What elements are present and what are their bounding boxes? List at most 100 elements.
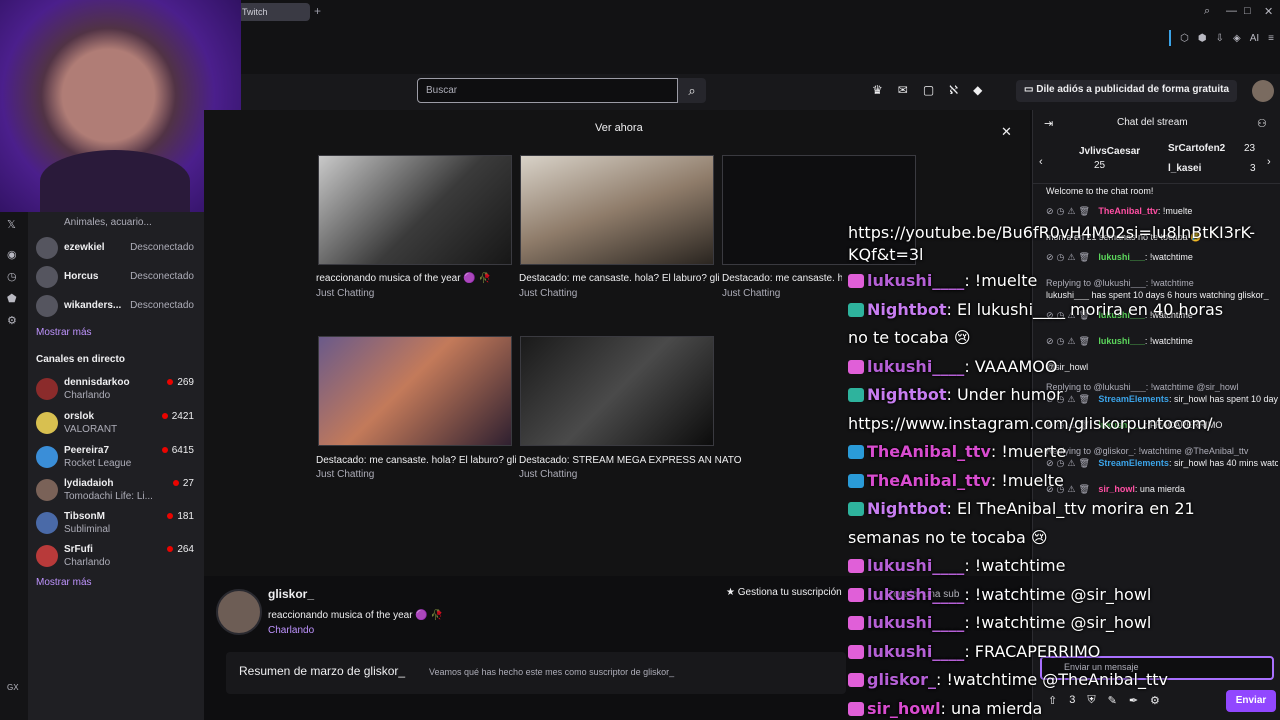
webcam-person xyxy=(40,150,190,212)
twitch-badge-icon xyxy=(848,445,864,459)
vod-thumbnail[interactable] xyxy=(520,155,714,265)
whispers-icon[interactable]: ▢ xyxy=(923,83,934,97)
channel-game: Tomodachi Life: Li... xyxy=(64,491,153,502)
viewer-count: 27 xyxy=(172,478,194,489)
gifter-name[interactable]: SrCartofen2 xyxy=(1168,143,1225,154)
viewer-count: 264 xyxy=(167,544,194,555)
overlay-chat-username: Nightbot xyxy=(867,385,947,404)
gifter-name[interactable]: JvlivsCaesar xyxy=(1079,146,1140,157)
vod-category[interactable]: Just Chatting xyxy=(519,288,577,299)
vod-thumbnail[interactable] xyxy=(520,336,714,446)
vod-title[interactable]: Destacado: me cansaste. hola? El laburo?… xyxy=(722,273,842,284)
sidebar-live-item[interactable]: orslok VALORANT 2421 xyxy=(36,409,198,439)
minimize-icon[interactable]: — xyxy=(1226,5,1237,17)
mod-actions-icon[interactable]: ⊘◷⚠🗑 xyxy=(1046,206,1098,216)
vod-title[interactable]: Destacado: me cansaste. hola? El laburo?… xyxy=(519,273,719,284)
ai-label[interactable]: AI xyxy=(1250,33,1259,44)
close-window-icon[interactable]: ✕ xyxy=(1264,5,1273,18)
vod-category[interactable]: Just Chatting xyxy=(316,469,374,480)
sidebar-live-item[interactable]: dennisdarkoo Charlando 269 xyxy=(36,375,198,405)
extension-icon[interactable]: ⬢ xyxy=(1198,33,1207,44)
browser-tab[interactable]: Twitch xyxy=(236,3,310,21)
manage-subscription-button[interactable]: ★ Gestiona tu suscripción xyxy=(720,584,848,604)
overlay-chat-username: TheAnibal_ttv xyxy=(867,470,991,490)
menu-icon[interactable]: ≡ xyxy=(1268,33,1274,44)
download-icon[interactable]: ⇩ xyxy=(1216,33,1224,44)
channel-game: VALORANT xyxy=(64,424,118,435)
show-more-link[interactable]: Mostrar más xyxy=(36,577,92,588)
sidebar-followed-item[interactable]: ezewkiel Desconectado xyxy=(36,234,198,264)
bits-icon[interactable]: ◆ xyxy=(973,83,982,97)
sub-badge-icon xyxy=(848,701,864,716)
overlay-chat-username: lukushi____ xyxy=(867,556,965,575)
twitter-icon[interactable]: 𝕏 xyxy=(7,218,16,231)
inbox-icon[interactable]: ✉ xyxy=(898,83,908,97)
screen: Twitch + ⌕ — □ ✕ ⬡ ⬢ ⇩ ◈ AI ≡ Buscar ⌕ ♛… xyxy=(0,0,1280,720)
vod-thumbnail[interactable] xyxy=(318,155,512,265)
recap-subtitle: Veamos qué has hecho este mes como suscr… xyxy=(429,667,675,677)
close-icon[interactable]: ✕ xyxy=(1001,124,1012,140)
channel-name: Horcus xyxy=(64,271,99,282)
sub-badge-icon xyxy=(848,673,864,687)
vod-title[interactable]: Destacado: STREAM MEGA EXPRESS AN NATO xyxy=(519,455,819,466)
new-tab-button[interactable]: + xyxy=(314,4,321,18)
chat-username[interactable]: TheAnibal_ttv xyxy=(1098,206,1158,216)
vod-title[interactable]: Destacado: me cansaste. hola? El laburo?… xyxy=(316,455,516,466)
vod-category[interactable]: Just Chatting xyxy=(316,288,374,299)
avatar xyxy=(36,378,58,400)
vod-category[interactable]: Just Chatting xyxy=(722,288,780,299)
collapse-chat-icon[interactable]: ⇥ xyxy=(1044,117,1053,130)
extensions-icon[interactable]: ⬟ xyxy=(7,292,17,305)
stream-category[interactable]: Charlando xyxy=(268,625,314,636)
sidebar-followed-item[interactable]: wikanders... Desconectado xyxy=(36,292,198,322)
search-button[interactable]: ⌕ xyxy=(678,78,706,103)
maximize-icon[interactable]: □ xyxy=(1244,5,1251,17)
sub-badge-icon xyxy=(848,644,864,659)
sidebar-live-item[interactable]: TibsonM Subliminal 181 xyxy=(36,509,198,539)
turbo-promo-button[interactable]: ▭ Dile adiós a publicidad de forma gratu… xyxy=(1016,80,1238,102)
extension-icon[interactable]: ⬡ xyxy=(1180,33,1189,44)
search-input[interactable]: Buscar xyxy=(417,78,678,103)
overlay-chat-username: Nightbot xyxy=(867,299,947,319)
overlay-chat-text: : una mierda xyxy=(940,698,1043,718)
player-icon[interactable]: ◉ xyxy=(7,248,17,261)
avatar xyxy=(36,446,58,468)
aria-icon[interactable]: ◈ xyxy=(1233,33,1241,44)
sidebar-followed-item[interactable]: Horcus Desconectado xyxy=(36,263,198,293)
chat-message[interactable]: Welcome to the chat room! xyxy=(1046,186,1278,196)
vod-category[interactable]: Just Chatting xyxy=(519,469,577,480)
chat-title: Chat del stream xyxy=(1117,117,1188,128)
sidebar-live-item[interactable]: Peereira7 Rocket League 6415 xyxy=(36,443,198,473)
sidebar-live-item[interactable]: SrFufi Charlando 264 xyxy=(36,542,198,572)
streamer-avatar[interactable] xyxy=(216,589,262,635)
viewer-count-value: 269 xyxy=(177,377,194,388)
chat-message[interactable]: ⊘◷⚠🗑 TheAnibal_ttv: !muelte xyxy=(1046,206,1278,217)
users-icon[interactable]: ⚇ xyxy=(1257,117,1267,130)
overlay-chat-username: sir_howl xyxy=(867,698,941,718)
overlay-chat-line: Nightbot: El TheAnibal_ttv morira en 21 … xyxy=(848,495,1228,552)
channel-game: Charlando xyxy=(64,390,111,401)
settings-icon[interactable]: ⚙ xyxy=(7,314,17,327)
show-more-link[interactable]: Mostrar más xyxy=(36,327,92,338)
channel-name: lydiadaioh xyxy=(64,478,114,489)
translate-icon[interactable]: ℵ xyxy=(949,83,958,97)
user-avatar[interactable] xyxy=(1252,80,1274,102)
overlay-chat-line: lukushi____: FRACAPERRIMO xyxy=(848,638,1228,667)
channel-name: Peereira7 xyxy=(64,445,110,456)
vod-title[interactable]: reaccionando musica of the year 🟣 🥀 xyxy=(316,273,491,284)
search-icon[interactable]: ⌕ xyxy=(1204,5,1210,18)
history-icon[interactable]: ◷ xyxy=(7,270,17,283)
sidebar-live-item[interactable]: lydiadaioh Tomodachi Life: Li... 27 xyxy=(36,476,198,506)
sub-badge-icon xyxy=(848,616,864,630)
crown-icon[interactable]: ♛ xyxy=(872,83,883,97)
chevron-left-icon[interactable]: ‹ xyxy=(1039,156,1043,168)
viewer-count-value: 2421 xyxy=(171,411,194,422)
live-dot-icon xyxy=(167,513,174,519)
overlay-chat-text: : !watchtime @sir_howl xyxy=(964,613,1152,632)
chevron-right-icon[interactable]: › xyxy=(1267,156,1271,168)
send-button[interactable]: Enviar xyxy=(1226,690,1276,712)
recap-title: Resumen de marzo de gliskor_ xyxy=(239,664,406,678)
streamer-name[interactable]: gliskor_ xyxy=(268,587,314,601)
gifter-name[interactable]: l_kasei xyxy=(1168,163,1201,174)
vod-thumbnail[interactable] xyxy=(318,336,512,446)
